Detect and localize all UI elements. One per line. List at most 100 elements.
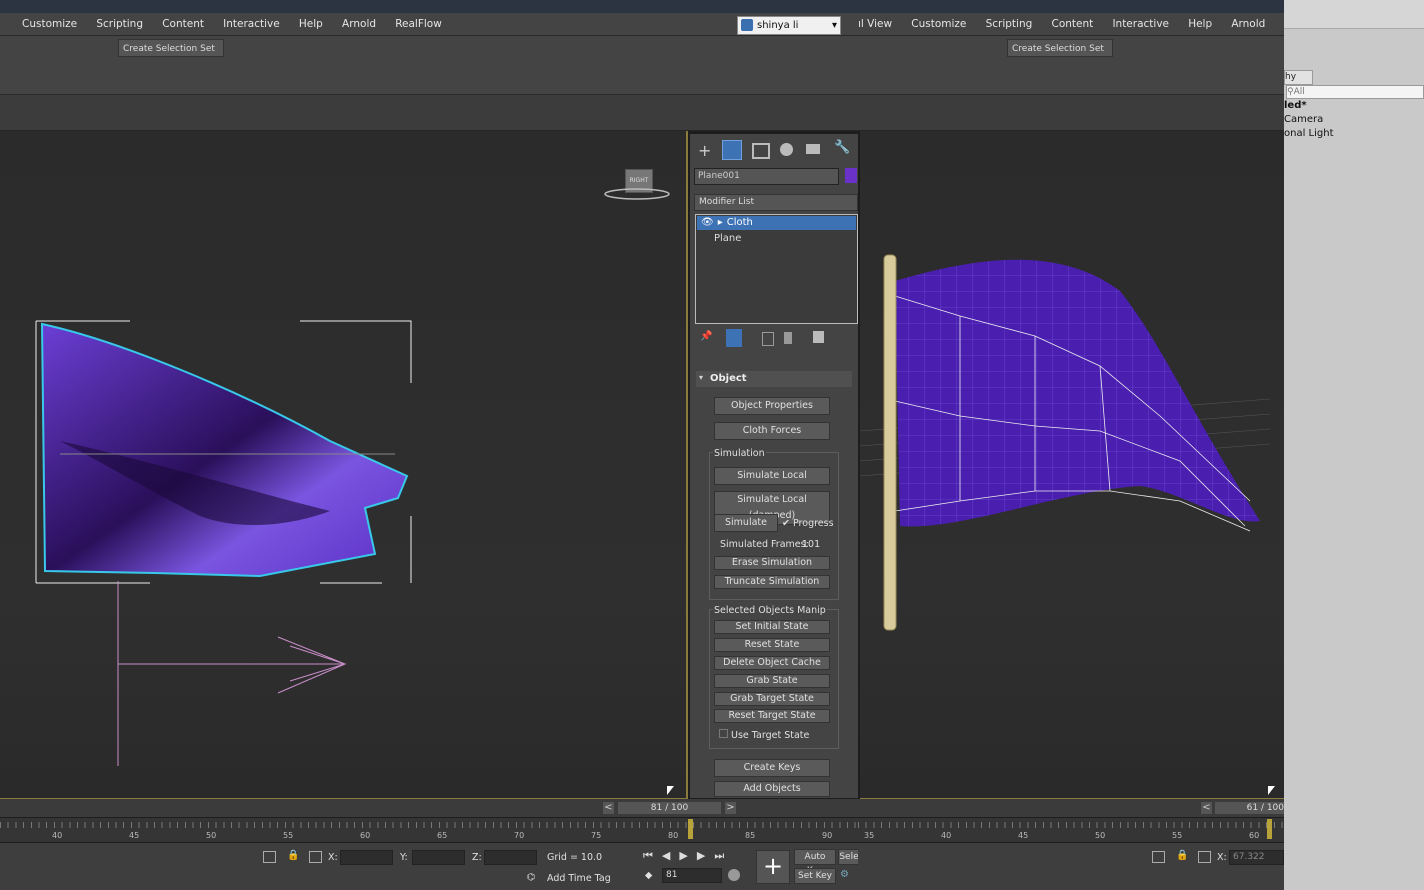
menu-help[interactable]: Help xyxy=(291,13,331,35)
object-color-swatch[interactable] xyxy=(845,168,857,183)
right-selection-set-dropdown[interactable]: Create Selection Set xyxy=(1007,39,1113,57)
show-end-result-icon[interactable] xyxy=(726,329,742,347)
menu-arnold[interactable]: Arnold xyxy=(334,13,384,35)
unity-hierarchy-tab[interactable]: hy xyxy=(1284,70,1313,85)
delete-object-cache-button[interactable]: Delete Object Cache xyxy=(714,656,830,670)
current-frame-field[interactable]: 81 xyxy=(662,868,722,883)
right-absolute-mode-icon[interactable] xyxy=(1198,851,1211,863)
menu-realflow[interactable]: RealFlow xyxy=(387,13,450,35)
cloth-forces-button[interactable]: Cloth Forces xyxy=(714,422,830,440)
key-filters-icon[interactable]: ⚙ xyxy=(840,869,854,881)
right-status-bar xyxy=(858,843,1284,890)
absolute-mode-icon[interactable] xyxy=(309,851,322,863)
create-keys-button[interactable]: Create Keys xyxy=(714,759,830,777)
motion-tab-icon[interactable] xyxy=(780,143,793,156)
selected-filter-button[interactable]: Sele xyxy=(838,849,860,865)
right-ribbon xyxy=(858,95,1284,131)
play-icon[interactable]: ▶ xyxy=(679,849,696,862)
user-account[interactable]: shinya li ▾ xyxy=(737,16,841,35)
selection-set-dropdown[interactable]: Create Selection Set xyxy=(118,39,224,57)
add-time-tag[interactable]: Add Time Tag xyxy=(547,873,611,884)
set-initial-state-button[interactable]: Set Initial State xyxy=(714,620,830,634)
menu-interactive[interactable]: Interactive xyxy=(215,13,288,35)
right-time-slider-prev[interactable]: < xyxy=(1201,802,1212,814)
object-properties-button[interactable]: Object Properties xyxy=(714,397,830,415)
prev-frame-icon[interactable]: ◀ xyxy=(662,849,679,862)
remove-modifier-icon[interactable] xyxy=(784,332,792,344)
z-coord-field[interactable] xyxy=(484,850,537,865)
y-coord-field[interactable] xyxy=(412,850,465,865)
use-target-state-checkbox[interactable]: Use Target State xyxy=(719,729,809,741)
menu-scripting-2[interactable]: Scripting xyxy=(978,13,1041,35)
time-tag-icon[interactable]: ⌬ xyxy=(527,872,535,883)
unity-search-field[interactable]: ⚲All xyxy=(1286,85,1424,99)
hierarchy-tab-icon[interactable] xyxy=(752,143,770,159)
menu-content[interactable]: Content xyxy=(154,13,212,35)
ruler-label-80: 80 xyxy=(668,831,679,840)
time-config-icon[interactable] xyxy=(728,869,740,881)
set-key-button[interactable]: Set Key xyxy=(794,868,836,884)
right-x-coord-field[interactable]: 67.322 xyxy=(1229,850,1284,865)
right-track-bar[interactable] xyxy=(858,818,1284,842)
progress-checkbox[interactable]: ✔ Progress xyxy=(782,518,834,529)
rollout-header[interactable]: ▾ Object xyxy=(696,371,852,387)
go-to-start-icon[interactable]: ⏮ xyxy=(643,849,662,862)
x-coord-field[interactable] xyxy=(340,850,393,865)
configure-sets-icon[interactable] xyxy=(813,331,824,343)
simulate-local-button[interactable]: Simulate Local xyxy=(714,467,830,485)
menu-help-2[interactable]: Help xyxy=(1180,13,1220,35)
right-lock-icon[interactable]: 🔒 xyxy=(1176,850,1188,861)
erase-simulation-button[interactable]: Erase Simulation xyxy=(714,556,830,570)
ruler-label-40: 40 xyxy=(52,831,63,840)
left-time-slider-next[interactable]: > xyxy=(725,802,736,814)
menu-customize-2[interactable]: Customize xyxy=(903,13,974,35)
next-frame-icon[interactable]: ▶ xyxy=(697,849,714,862)
unity-item-camera[interactable]: Camera xyxy=(1284,114,1323,125)
right-isolate-icon[interactable] xyxy=(1152,851,1165,863)
menu-content-2[interactable]: Content xyxy=(1043,13,1101,35)
grab-state-button[interactable]: Grab State xyxy=(714,674,830,688)
stack-item-plane[interactable]: Plane xyxy=(714,233,741,244)
ruler-label-60: 60 xyxy=(360,831,371,840)
simulate-button[interactable]: Simulate xyxy=(714,514,778,532)
make-unique-icon[interactable] xyxy=(762,332,774,346)
unity-scene-name[interactable]: led* xyxy=(1284,100,1307,111)
add-objects-button[interactable]: Add Objects xyxy=(714,781,830,797)
right-time-slider[interactable]: 61 / 100 xyxy=(1215,802,1284,814)
eye-icon[interactable]: 👁 xyxy=(701,217,714,228)
playback-controls: ⏮◀▶▶⏭ xyxy=(643,849,743,865)
menu-view[interactable]: ıl View xyxy=(858,13,900,35)
grab-target-state-button[interactable]: Grab Target State xyxy=(714,692,830,706)
checkbox-box xyxy=(719,729,728,738)
menu-arnold-2[interactable]: Arnold xyxy=(1223,13,1273,35)
chevron-down-icon: ▾ xyxy=(831,20,837,31)
display-tab-icon[interactable] xyxy=(806,144,820,154)
key-mode-icon[interactable]: ◆ xyxy=(645,870,652,881)
simulated-frames-value: 101 xyxy=(802,539,821,550)
z-coord-label: Z: xyxy=(472,852,482,863)
menu-interactive-2[interactable]: Interactive xyxy=(1104,13,1177,35)
auto-key-button[interactable]: Auto Key xyxy=(794,849,836,876)
pin-stack-icon[interactable]: 📌 xyxy=(700,331,712,342)
isolate-icon[interactable] xyxy=(263,851,276,863)
truncate-simulation-button[interactable]: Truncate Simulation xyxy=(714,575,830,589)
unity-item-light[interactable]: onal Light xyxy=(1284,128,1334,139)
new-key-button[interactable]: + xyxy=(756,850,790,884)
utilities-tab-icon[interactable]: 🔧 xyxy=(834,140,850,155)
go-to-end-icon[interactable]: ⏭ xyxy=(714,849,733,862)
stack-item-cloth[interactable]: 👁 ▸ Cloth xyxy=(697,216,856,230)
modify-tab-icon[interactable] xyxy=(722,140,742,160)
object-name-field[interactable]: Plane001 xyxy=(694,168,839,185)
right-scene xyxy=(860,254,1271,631)
modifier-list-dropdown[interactable]: Modifier List xyxy=(694,194,858,211)
reset-target-state-button[interactable]: Reset Target State xyxy=(714,709,830,723)
rollout-title: Object xyxy=(710,373,747,384)
expand-arrow-icon[interactable]: ▸ xyxy=(718,217,723,228)
reset-state-button[interactable]: Reset State xyxy=(714,638,830,652)
create-tab-icon[interactable]: + xyxy=(698,141,711,160)
left-time-slider[interactable]: 81 / 100 xyxy=(618,802,721,814)
menu-scripting[interactable]: Scripting xyxy=(88,13,151,35)
lock-icon[interactable]: 🔒 xyxy=(287,850,299,861)
menu-customize[interactable]: Customize xyxy=(0,13,85,35)
left-time-slider-prev[interactable]: < xyxy=(603,802,614,814)
